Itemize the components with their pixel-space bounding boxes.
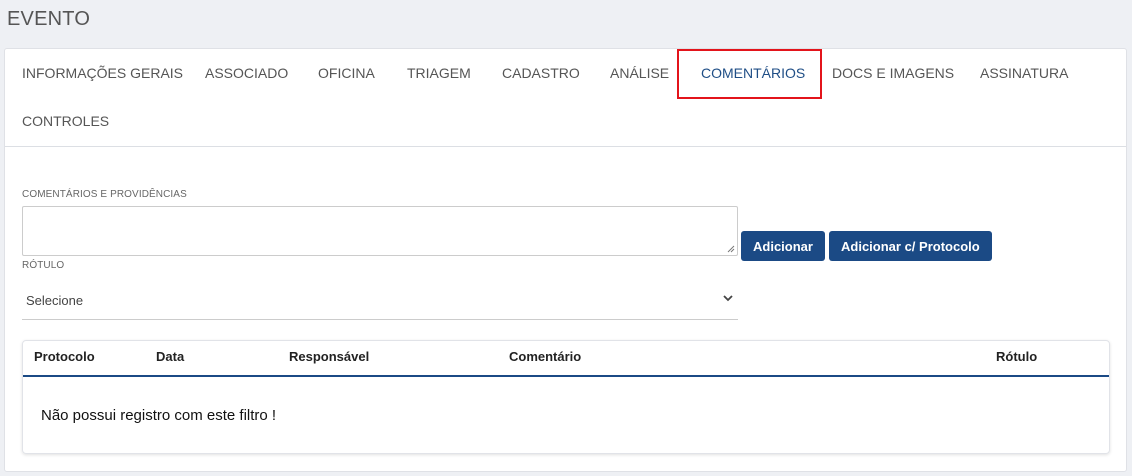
rotulo-label: RÓTULO [22,260,65,271]
empty-table-message: Não possui registro com este filtro ! [41,407,277,424]
add-with-protocol-button[interactable]: Adicionar c/ Protocolo [829,231,992,261]
tab-associado[interactable]: ASSOCIADO [205,65,288,81]
rotulo-select[interactable]: Selecione [22,280,738,320]
tab-analise[interactable]: ANÁLISE [610,65,669,81]
column-header-rotulo[interactable]: Rótulo [996,349,1037,364]
event-card: INFORMAÇÕES GERAIS ASSOCIADO OFICINA TRI… [4,48,1127,472]
column-header-protocolo[interactable]: Protocolo [34,349,95,364]
tab-informacoes-gerais[interactable]: INFORMAÇÕES GERAIS [22,65,183,81]
tab-controles[interactable]: CONTROLES [22,113,109,129]
resize-grip-icon[interactable] [727,245,735,253]
tab-docs-e-imagens[interactable]: DOCS E IMAGENS [832,65,954,81]
tab-assinatura[interactable]: ASSINATURA [980,65,1068,81]
comments-textarea[interactable] [22,206,738,256]
tab-triagem[interactable]: TRIAGEM [407,65,471,81]
tab-oficina[interactable]: OFICINA [318,65,375,81]
comments-label: COMENTÁRIOS E PROVIDÊNCIAS [22,189,187,200]
tab-cadastro[interactable]: CADASTRO [502,65,580,81]
rotulo-selected-value: Selecione [26,293,84,308]
page-title: EVENTO [7,8,91,30]
add-button[interactable]: Adicionar [741,231,825,261]
column-header-responsavel[interactable]: Responsável [289,349,369,364]
table-header: Protocolo Data Responsável Comentário Ró… [23,341,1109,377]
column-header-data[interactable]: Data [156,349,184,364]
comments-table: Protocolo Data Responsável Comentário Ró… [22,340,1110,454]
chevron-down-icon [723,295,733,302]
tab-comentarios[interactable]: COMENTÁRIOS [701,65,805,81]
column-header-comentario[interactable]: Comentário [509,349,581,364]
tab-bar: INFORMAÇÕES GERAIS ASSOCIADO OFICINA TRI… [5,49,1126,147]
